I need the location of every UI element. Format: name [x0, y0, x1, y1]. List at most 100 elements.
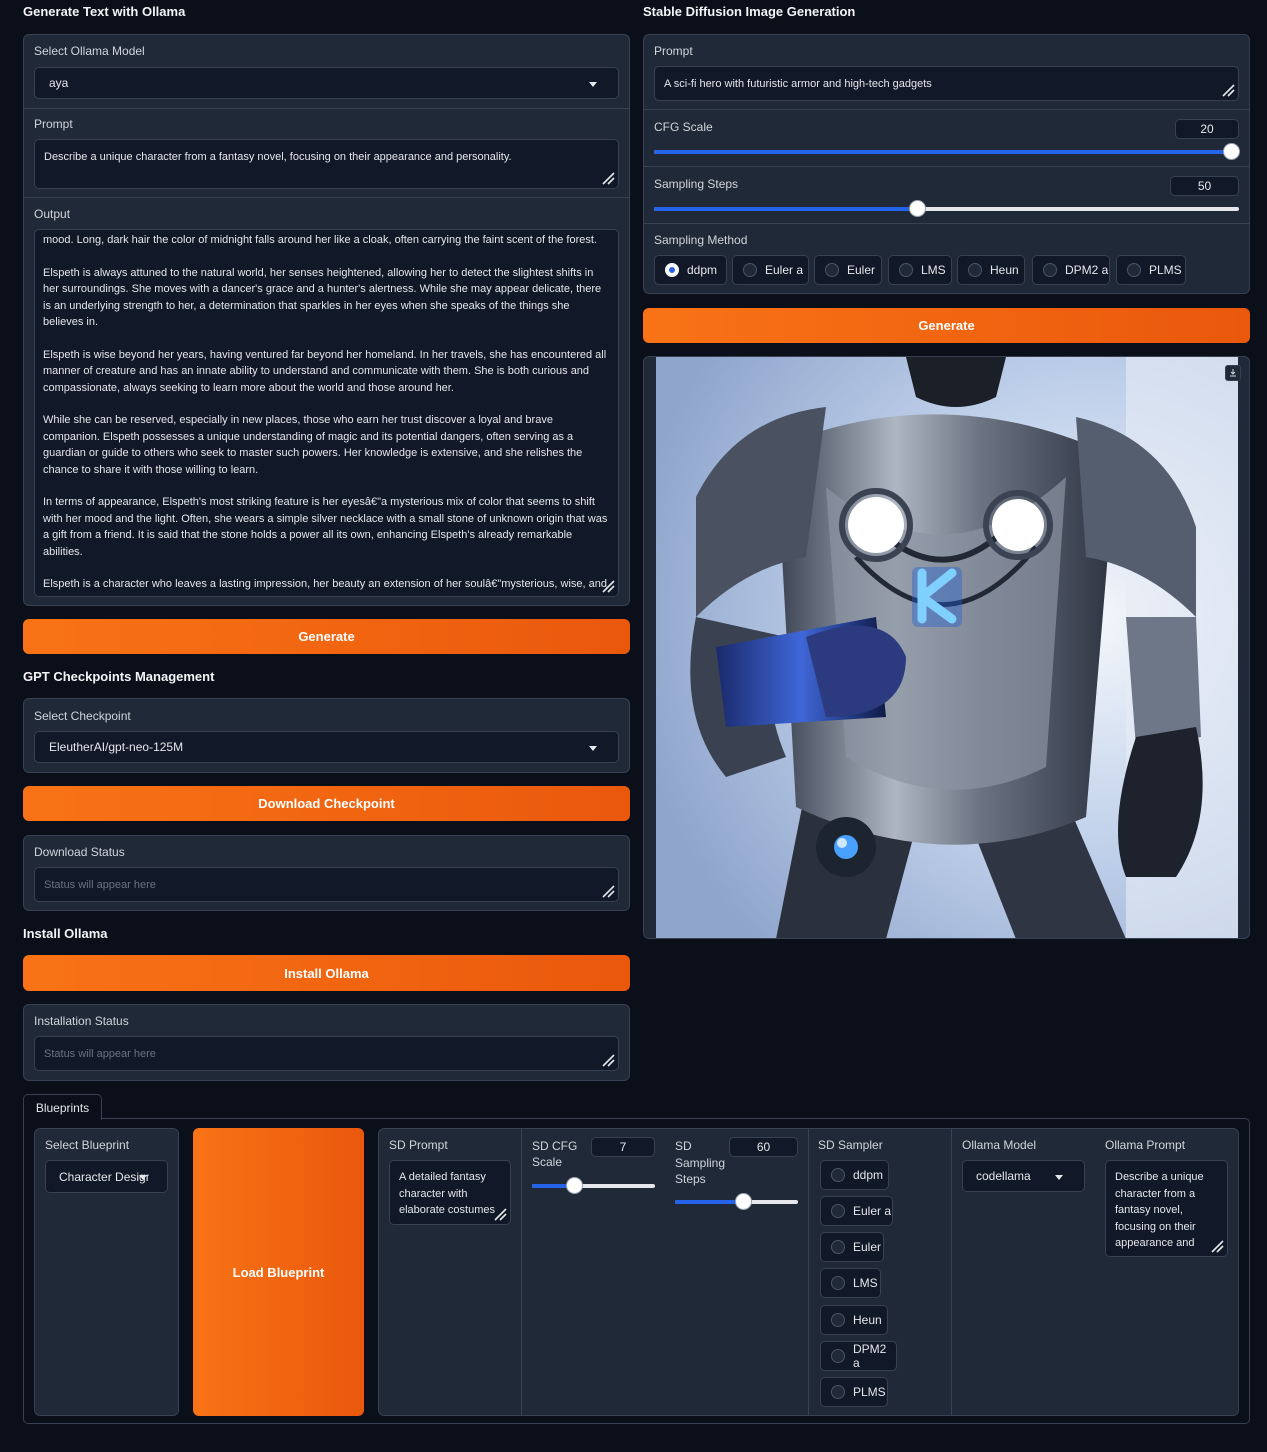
- chevron-down-icon: [589, 746, 597, 751]
- tab-blueprints[interactable]: Blueprints: [23, 1094, 102, 1120]
- output-paragraph: mood. Long, dark hair the color of midni…: [43, 234, 597, 246]
- bp-sd-prompt-text: A detailed fantasy character with elabor…: [399, 1171, 495, 1221]
- divider: [808, 1129, 809, 1415]
- slider-thumb[interactable]: [565, 1177, 583, 1194]
- sd-prompt-input[interactable]: A sci-fi hero with futuristic armor and …: [654, 66, 1239, 101]
- gpt-section-title: GPT Checkpoints Management: [23, 669, 215, 684]
- bp-ollama-model-label: Ollama Model: [962, 1138, 1037, 1152]
- install-section-title: Install Ollama: [23, 926, 108, 941]
- chevron-down-icon: [1055, 1175, 1063, 1180]
- divider: [951, 1129, 952, 1415]
- bp-sampler-label: SD Sampler: [818, 1138, 883, 1152]
- bp-sampler-radio-lms[interactable]: LMS: [820, 1268, 881, 1298]
- radio-dot: [1127, 263, 1141, 277]
- blueprint-value: Character Design: [59, 1169, 149, 1184]
- checkpoint-dropdown[interactable]: EleutherAI/gpt-neo-125M: [34, 731, 619, 763]
- download-status-field[interactable]: Status will appear here: [34, 867, 619, 902]
- bp-cfg-slider[interactable]: [532, 1177, 655, 1194]
- ollama-output-text: mood. Long, dark hair the color of midni…: [43, 232, 611, 594]
- radio-label: PLMS: [853, 1385, 886, 1399]
- bp-ollama-model-value: codellama: [976, 1169, 1031, 1183]
- bp-sd-prompt-input[interactable]: A detailed fantasy character with elabor…: [389, 1160, 511, 1225]
- ollama-section-title: Generate Text with Ollama: [23, 4, 186, 19]
- bp-cfg-number[interactable]: 7: [591, 1137, 655, 1157]
- radio-dot: [968, 263, 982, 277]
- bp-sampler-radio-euler[interactable]: Euler: [820, 1232, 884, 1262]
- prompt-label: Prompt: [34, 117, 73, 131]
- method-radio-dpm2-a[interactable]: DPM2 a: [1032, 255, 1110, 285]
- sampling-steps-label: Sampling Steps: [654, 177, 739, 191]
- ollama-generate-button[interactable]: Generate: [23, 619, 630, 654]
- radio-dot: [825, 263, 839, 277]
- divider: [24, 108, 629, 109]
- ollama-prompt-input[interactable]: Describe a unique character from a fanta…: [34, 139, 619, 189]
- download-status-label: Download Status: [34, 845, 125, 859]
- bp-steps-number[interactable]: 60: [729, 1137, 798, 1157]
- install-status-placeholder: Status will appear here: [44, 1047, 156, 1060]
- slider-fill: [675, 1200, 743, 1204]
- resize-handle-icon[interactable]: [601, 171, 615, 185]
- install-status-label: Installation Status: [34, 1014, 129, 1028]
- bp-cfg-label: SD CFG Scale: [532, 1139, 578, 1169]
- radio-dot: [899, 263, 913, 277]
- divider: [644, 166, 1249, 167]
- download-checkpoint-button[interactable]: Download Checkpoint: [23, 786, 630, 821]
- ollama-model-value: aya: [49, 76, 69, 90]
- sd-generate-button[interactable]: Generate: [643, 308, 1250, 343]
- bp-sampler-radio-dpm2-a[interactable]: DPM2 a: [820, 1341, 897, 1371]
- install-ollama-button[interactable]: Install Ollama: [23, 955, 630, 991]
- sampling-steps-number[interactable]: 50: [1170, 176, 1239, 196]
- radio-label: Euler a: [853, 1204, 892, 1218]
- resize-handle-icon[interactable]: [1221, 83, 1235, 97]
- resize-handle-icon[interactable]: [601, 884, 615, 898]
- resize-handle-icon[interactable]: [1210, 1239, 1224, 1253]
- ollama-prompt-text: Describe a unique character from a fanta…: [44, 151, 512, 163]
- sampling-steps-slider[interactable]: [654, 200, 1239, 217]
- cfg-scale-number[interactable]: 20: [1175, 119, 1239, 139]
- radio-dot: [831, 1349, 845, 1363]
- load-blueprint-button[interactable]: Load Blueprint: [193, 1128, 364, 1416]
- sd-prompt-text: A sci-fi hero with futuristic armor and …: [664, 77, 932, 90]
- radio-dot: [743, 263, 757, 277]
- radio-dot: [831, 1204, 845, 1218]
- divider: [24, 197, 629, 198]
- radio-label: LMS: [853, 1276, 878, 1290]
- slider-thumb[interactable]: [1223, 143, 1240, 160]
- radio-label: ddpm: [687, 263, 718, 277]
- radio-dot: [831, 1276, 845, 1290]
- generated-image-panel: [643, 356, 1250, 939]
- radio-label: Euler a: [765, 263, 804, 277]
- select-blueprint-label: Select Blueprint: [45, 1138, 130, 1152]
- output-paragraph: While she can be reserved, especially in…: [43, 414, 583, 476]
- divider: [521, 1129, 522, 1415]
- bp-sampler-radio-heun[interactable]: Heun: [820, 1305, 888, 1335]
- download-status-placeholder: Status will appear here: [44, 878, 156, 891]
- install-status-field[interactable]: Status will appear here: [34, 1036, 619, 1071]
- sampling-method-label: Sampling Method: [654, 233, 748, 247]
- bp-sampler-radio-euler-a[interactable]: Euler a: [820, 1196, 893, 1226]
- ollama-model-dropdown[interactable]: aya: [34, 67, 619, 99]
- bp-sd-prompt-label: SD Prompt: [389, 1138, 448, 1152]
- bp-sampler-radio-plms[interactable]: PLMS: [820, 1377, 888, 1407]
- bp-ollama-prompt-input[interactable]: Describe a unique character from a fanta…: [1105, 1160, 1228, 1257]
- method-radio-lms[interactable]: LMS: [888, 255, 952, 285]
- bp-ollama-model-dropdown[interactable]: codellama: [962, 1160, 1085, 1192]
- sd-section-title: Stable Diffusion Image Generation: [643, 4, 856, 19]
- resize-handle-icon[interactable]: [601, 1053, 615, 1067]
- bp-sampler-radio-ddpm[interactable]: ddpm: [820, 1160, 889, 1190]
- output-paragraph: Elspeth is wise beyond her years, having…: [43, 348, 607, 394]
- download-icon[interactable]: [1225, 365, 1241, 381]
- method-radio-euler[interactable]: Euler: [814, 255, 882, 285]
- method-radio-euler-a[interactable]: Euler a: [732, 255, 809, 285]
- method-radio-heun[interactable]: Heun: [957, 255, 1025, 285]
- slider-thumb[interactable]: [734, 1193, 752, 1210]
- radio-label: PLMS: [1149, 263, 1182, 277]
- method-radio-plms[interactable]: PLMS: [1116, 255, 1186, 285]
- blueprint-dropdown[interactable]: Character Design: [45, 1160, 168, 1193]
- bp-ollama-prompt-label: Ollama Prompt: [1105, 1138, 1186, 1152]
- bp-steps-slider[interactable]: [675, 1193, 798, 1210]
- resize-handle-icon[interactable]: [493, 1207, 507, 1221]
- output-paragraph: Elspeth is a character who leaves a last…: [43, 578, 607, 591]
- method-radio-ddpm[interactable]: ddpm: [654, 255, 727, 285]
- cfg-scale-slider[interactable]: [654, 143, 1240, 160]
